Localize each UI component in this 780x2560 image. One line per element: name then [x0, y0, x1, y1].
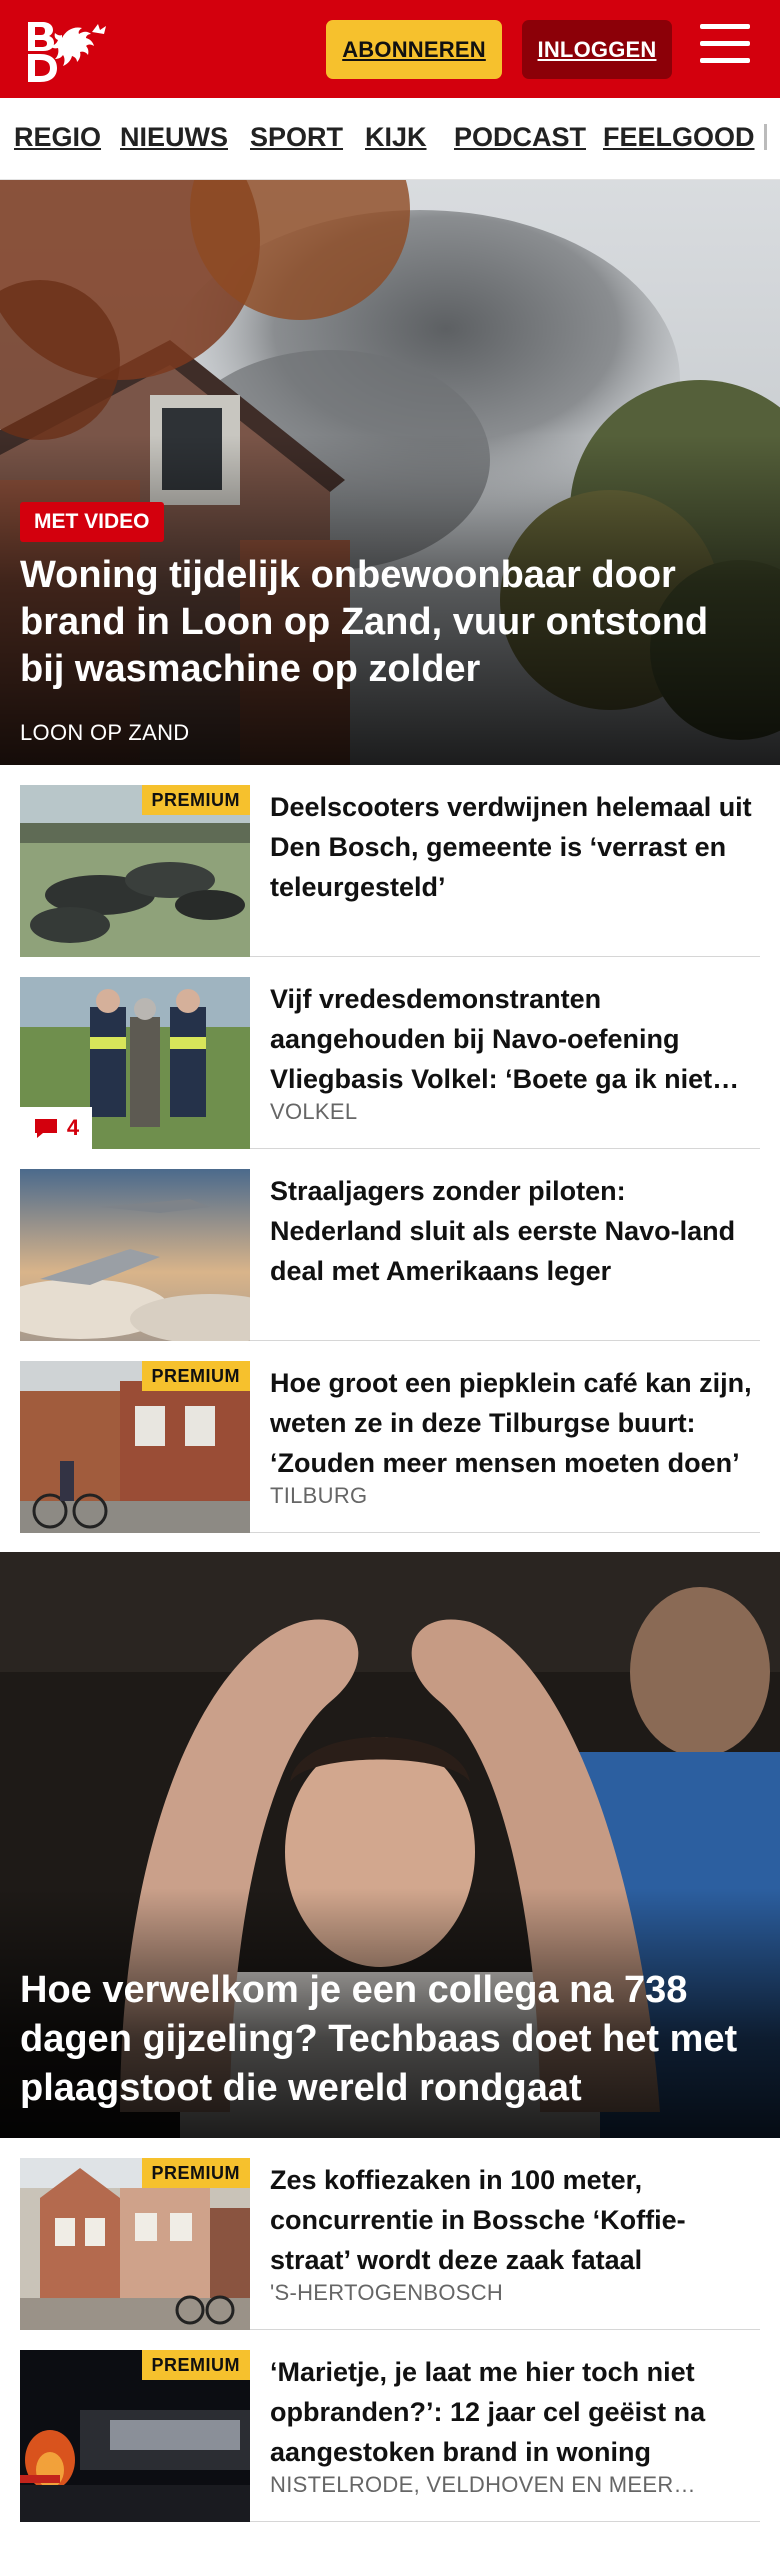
article-title: Deelscooters verdwijnen helemaal uit Den…	[270, 792, 752, 902]
article-title: Hoe groot een piepklein café kan zijn, w…	[270, 1368, 752, 1478]
article-title: Zes koffiezaken in 100 meter, concurrent…	[270, 2165, 686, 2275]
article-thumbnail: PREMIUM	[20, 1361, 250, 1533]
hero-article-hostage[interactable]: Hoe verwelkom je een collega na 738 dage…	[0, 1552, 780, 2138]
drone-jets-image	[20, 1169, 250, 1341]
hero-headline: Woning tijdelijk onbewoonbaar door brand…	[20, 554, 709, 690]
list-item[interactable]: PREMIUM ‘Marietje, je laat me hier toch …	[20, 2330, 760, 2522]
nav-item-feelgood[interactable]: FEELGOOD	[603, 122, 755, 153]
hamburger-menu-icon[interactable]	[700, 24, 752, 70]
nav-item-podcast[interactable]: PODCAST	[454, 122, 586, 153]
list-item[interactable]: 4 Vijf vredesdemonstranten aangehouden b…	[20, 957, 760, 1149]
subscribe-button[interactable]: ABONNEREN	[326, 20, 502, 79]
article-thumbnail: 4	[20, 977, 250, 1149]
bd-logo-icon	[28, 22, 106, 82]
article-location: TILBURG	[270, 1483, 368, 1508]
nav-overflow-indicator	[764, 124, 767, 150]
article-location: VOLKEL	[270, 1099, 358, 1124]
article-title: Vijf vredesdemonstranten aangehouden bij…	[270, 984, 713, 1094]
premium-badge: PREMIUM	[141, 2350, 250, 2380]
hero-location: LOON OP ZAND	[20, 720, 190, 745]
section-nav: REGIO NIEUWS SPORT KIJK PODCAST FEELGOOD	[0, 98, 780, 180]
premium-badge: PREMIUM	[141, 785, 250, 815]
article-location: 'S-HERTOGENBOSCH	[270, 2280, 504, 2305]
article-location: NISTELRODE, VELDHOVEN EN MEER…	[270, 2472, 696, 2497]
nav-item-sport[interactable]: SPORT	[250, 122, 343, 153]
top-bar: ABONNEREN INLOGGEN	[0, 0, 780, 98]
hero-article-fire[interactable]: MET VIDEO Woning tijdelijk onbewoonbaar …	[0, 180, 780, 765]
nav-item-nieuws[interactable]: NIEUWS	[120, 122, 228, 153]
login-button[interactable]: INLOGGEN	[522, 20, 672, 79]
article-title: Straaljagers zonder piloten: Nederland s…	[270, 1176, 736, 1286]
comment-count-value: 4	[66, 1115, 80, 1140]
list-item[interactable]: PREMIUM Deelscooters verdwijnen helemaal…	[20, 765, 760, 957]
article-thumbnail	[20, 1169, 250, 1341]
hero-headline: Hoe verwelkom je een collega na 738 dage…	[20, 1969, 738, 2109]
video-badge: MET VIDEO	[20, 502, 164, 542]
comment-count[interactable]: 4	[20, 1107, 92, 1149]
premium-badge: PREMIUM	[141, 2158, 250, 2188]
list-item[interactable]: Straaljagers zonder piloten: Nederland s…	[20, 1149, 760, 1341]
list-item[interactable]: PREMIUM Hoe groot een piepklein café kan…	[20, 1341, 760, 1533]
premium-badge: PREMIUM	[141, 1361, 250, 1391]
comment-bubble-icon	[34, 1119, 57, 1138]
list-item[interactable]: PREMIUM Zes koffiezaken in 100 meter, co…	[20, 2138, 760, 2330]
bd-logo[interactable]	[26, 18, 112, 84]
article-thumbnail: PREMIUM	[20, 2158, 250, 2330]
nav-item-regio[interactable]: REGIO	[14, 122, 101, 153]
nav-item-kijk[interactable]: KIJK	[365, 122, 427, 153]
article-thumbnail: PREMIUM	[20, 2350, 250, 2522]
article-thumbnail: PREMIUM	[20, 785, 250, 957]
article-title: ‘Marietje, je laat me hier toch niet opb…	[270, 2357, 706, 2467]
